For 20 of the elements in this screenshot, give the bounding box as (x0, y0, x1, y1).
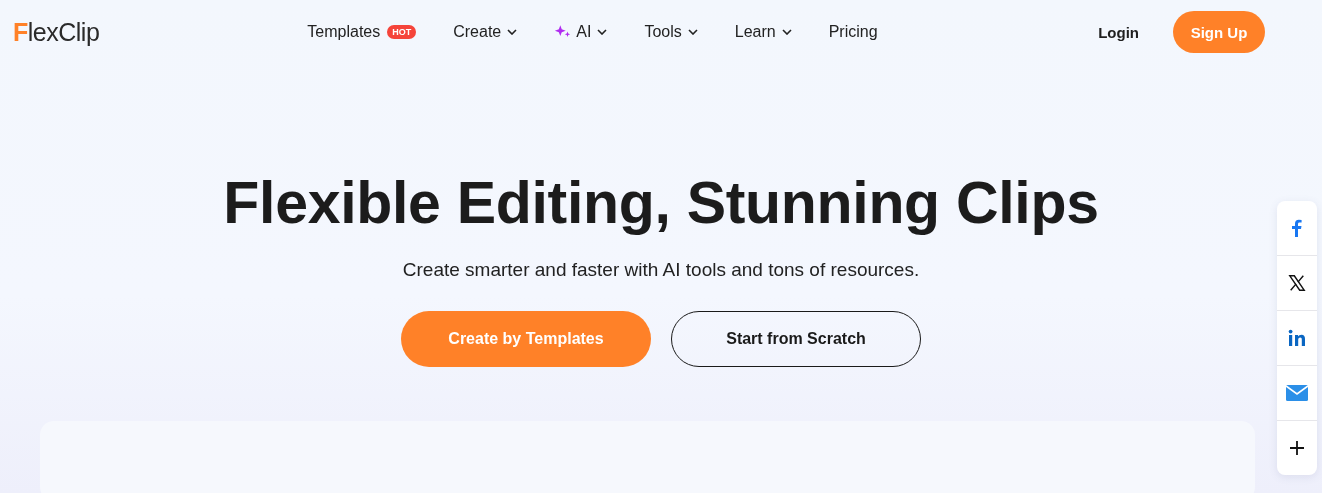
hot-badge: HOT (387, 25, 417, 39)
sparkle-icon (554, 24, 573, 40)
x-icon[interactable] (1288, 274, 1306, 292)
hero-title: Flexible Editing, Stunning Clips (223, 169, 1099, 237)
chevron-down-icon (507, 29, 518, 35)
nav-link[interactable]: Templates (307, 23, 381, 41)
nav-link[interactable]: Pricing (828, 23, 878, 41)
nav-link[interactable]: Create (453, 23, 502, 41)
nav-link[interactable]: Tools (644, 23, 682, 41)
linkedin-icon[interactable] (1287, 328, 1307, 348)
hero-subtitle: Create smarter and faster with AI tools and tons of resources. (402, 259, 920, 281)
logo[interactable]: FlexClip (13, 17, 100, 47)
nav-link[interactable]: AI (576, 23, 592, 41)
mail-icon[interactable] (1286, 385, 1308, 401)
chevron-down-icon (687, 29, 698, 35)
nav-link[interactable]: Learn (734, 23, 776, 41)
login-link[interactable]: Login (1098, 23, 1139, 41)
chevron-down-icon (781, 29, 792, 35)
chevron-down-icon (597, 29, 608, 35)
plus-icon[interactable] (1289, 440, 1305, 456)
